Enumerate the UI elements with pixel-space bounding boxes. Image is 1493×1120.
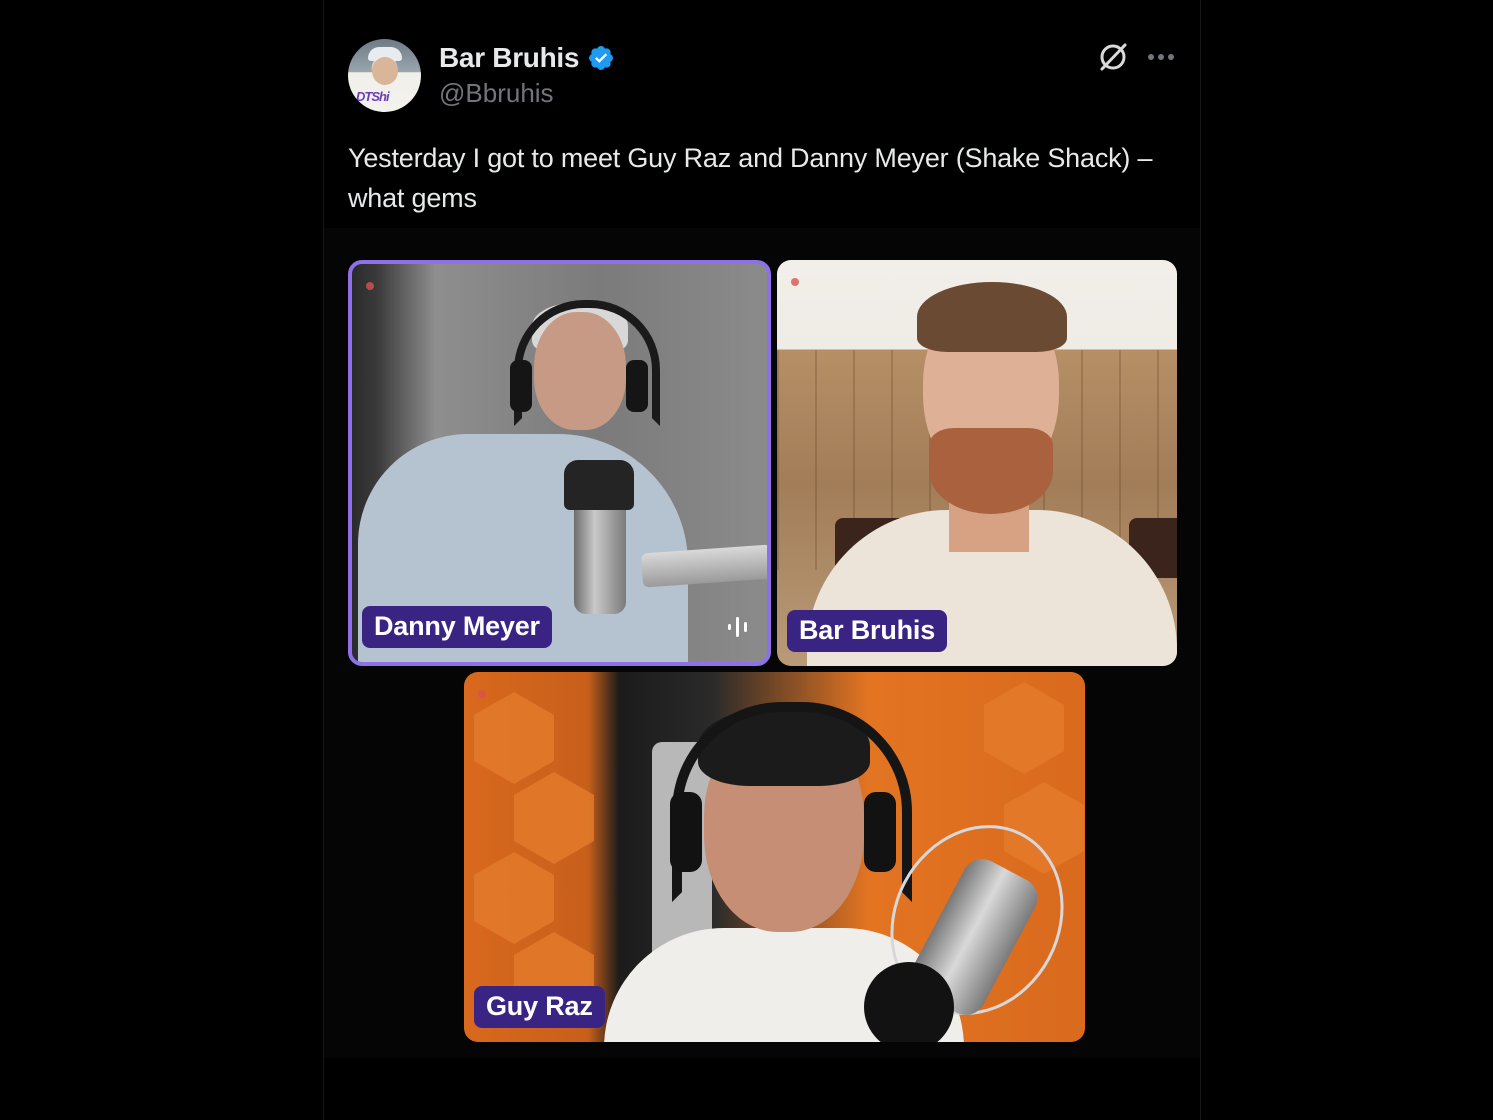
headphone-cup: [510, 360, 532, 412]
video-tile-danny-meyer[interactable]: Danny Meyer: [348, 260, 771, 666]
microphone-mount: [564, 460, 634, 510]
avatar-face: [372, 57, 398, 85]
avatar-shirt-text: DTShi: [356, 89, 390, 104]
page: DTShi Bar Bruhis @Bbruhis Yesterday I go…: [0, 0, 1493, 1120]
person-beard: [929, 428, 1053, 514]
more-icon[interactable]: [1146, 40, 1176, 74]
video-tile-guy-raz[interactable]: Guy Raz: [464, 672, 1085, 1042]
tweet-text: Yesterday I got to meet Guy Raz and Dann…: [348, 143, 1153, 213]
acoustic-panel: [474, 692, 554, 784]
avatar[interactable]: DTShi: [348, 39, 421, 112]
participant-label: Bar Bruhis: [787, 610, 948, 652]
recording-dot-icon: [791, 278, 799, 286]
person-hair: [917, 282, 1067, 352]
headphone-cup: [864, 792, 896, 872]
author-display-name[interactable]: Bar Bruhis: [439, 42, 579, 74]
pop-filter: [864, 962, 954, 1042]
participant-label: Danny Meyer: [362, 606, 552, 648]
tweet-media[interactable]: Danny Meyer Bar Bruhis Guy Raz: [324, 228, 1200, 1058]
recording-dot-icon: [366, 282, 374, 290]
author-handle[interactable]: @Bbruhis: [439, 78, 554, 109]
headphone-cup: [626, 360, 648, 412]
acoustic-panel: [984, 682, 1064, 774]
timeline-border-right: [1200, 0, 1201, 1120]
video-tile-bar-bruhis[interactable]: Bar Bruhis: [777, 260, 1177, 666]
acoustic-panel: [514, 772, 594, 864]
author-name-row: Bar Bruhis: [439, 42, 615, 74]
headphone-cup: [670, 792, 702, 872]
participant-label: Guy Raz: [474, 986, 605, 1028]
acoustic-panel: [474, 852, 554, 944]
tweet[interactable]: DTShi Bar Bruhis @Bbruhis Yesterday I go…: [324, 0, 1200, 1120]
audio-wave-icon: [728, 617, 747, 637]
recording-dot-icon: [478, 690, 486, 698]
grok-icon[interactable]: [1096, 40, 1130, 74]
verified-badge-icon[interactable]: [587, 44, 615, 72]
